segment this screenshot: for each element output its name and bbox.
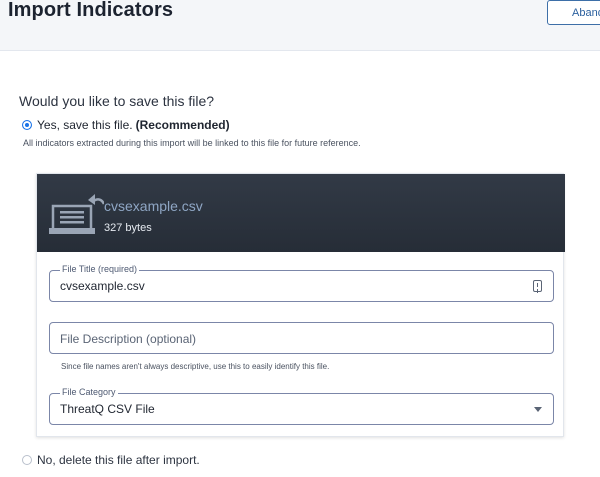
file-title-label: File Title (required) [60, 264, 140, 274]
save-question: Would you like to save this file? [19, 93, 215, 109]
file-title-field[interactable]: File Title (required) cvsexample.csv [49, 264, 554, 302]
file-description-help: Since file names aren't always descripti… [61, 362, 330, 371]
recommended-label: (Recommended) [135, 118, 230, 132]
file-card: cvsexample.csv 327 bytes File Title (req… [36, 173, 565, 437]
file-header: cvsexample.csv 327 bytes [37, 174, 565, 252]
save-no-label: No, delete this file after import. [37, 453, 200, 467]
page-title: Import Indicators [8, 0, 174, 21]
file-size: 327 bytes [104, 222, 152, 234]
save-yes-help-text: All indicators extracted during this imp… [23, 138, 361, 148]
radio-unselected-icon[interactable] [22, 455, 32, 465]
file-category-select[interactable]: File Category ThreatQ CSV File [49, 387, 554, 425]
file-name: cvsexample.csv [104, 198, 203, 214]
file-category-label: File Category [60, 387, 118, 397]
file-description-input[interactable]: File Description (optional) [60, 332, 196, 346]
save-yes-option[interactable]: Yes, save this file. (Recommended) [22, 118, 230, 132]
autofill-icon[interactable] [533, 280, 542, 292]
radio-selected-icon[interactable] [22, 120, 32, 130]
page-header: Import Indicators Abandon [0, 0, 600, 51]
file-title-input[interactable]: cvsexample.csv [60, 279, 145, 293]
file-description-field[interactable]: File Description (optional) [49, 322, 554, 354]
chevron-down-icon[interactable] [534, 407, 542, 412]
save-no-option[interactable]: No, delete this file after import. [22, 453, 200, 467]
file-archive-icon [49, 194, 104, 234]
save-yes-label: Yes, save this file. [37, 118, 133, 132]
file-category-value[interactable]: ThreatQ CSV File [60, 402, 155, 416]
abandon-button[interactable]: Abandon [547, 0, 600, 25]
